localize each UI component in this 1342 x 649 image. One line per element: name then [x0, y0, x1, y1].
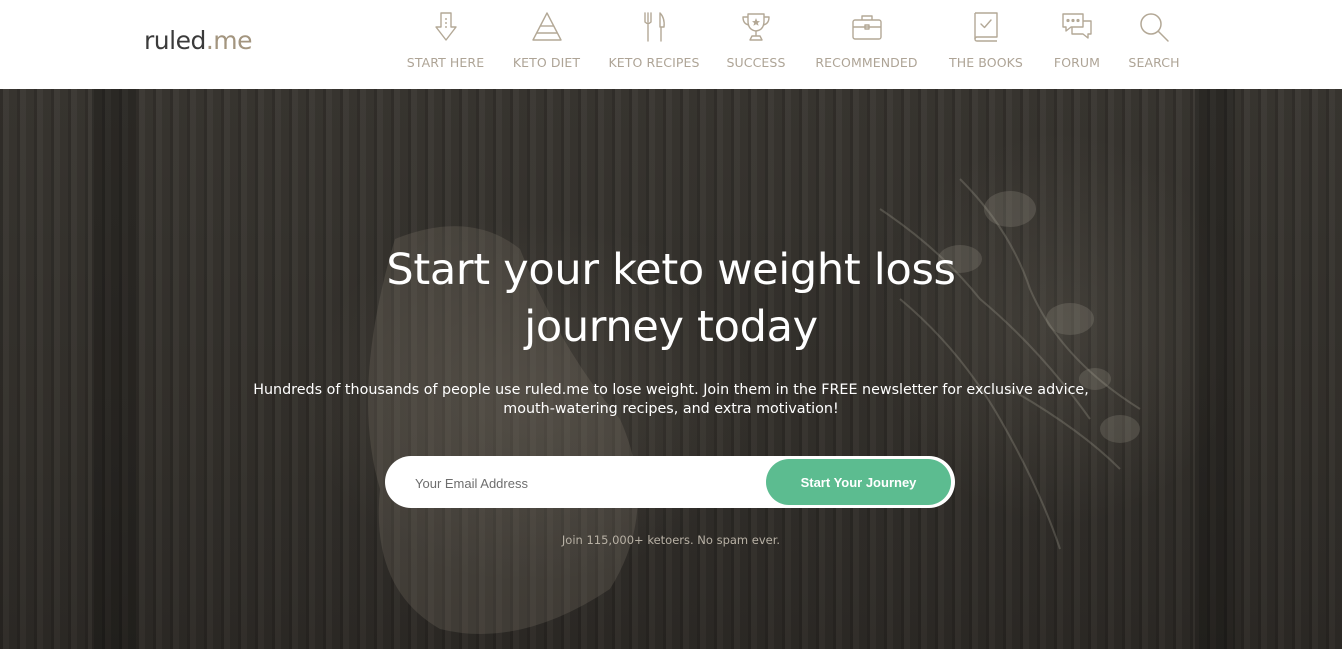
nav-label-search: SEARCH	[1128, 55, 1180, 70]
nav-label-keto-recipes: KETO RECIPES	[608, 55, 700, 70]
briefcase-icon	[851, 15, 882, 40]
nav-item-start-here[interactable]: START HERE	[402, 0, 489, 89]
hero-title: Start your keto weight loss journey toda…	[0, 242, 1342, 356]
nav-item-success[interactable]: SUCCESS	[722, 0, 790, 89]
start-journey-button[interactable]: Start Your Journey	[766, 459, 951, 505]
nav-item-recommended[interactable]: RECOMMENDED	[808, 0, 925, 89]
newsletter-form: Start Your Journey	[385, 456, 955, 508]
hero-background-image	[92, 89, 1235, 649]
nav-label-the-books: THE BOOKS	[949, 55, 1023, 70]
hero-title-line-2: journey today	[524, 302, 818, 352]
hero-subtitle-line-1: Hundreds of thousands of people use rule…	[253, 382, 1089, 398]
nav-item-keto-diet[interactable]: KETO DIET	[508, 0, 585, 89]
nav-label-recommended: RECOMMENDED	[815, 55, 918, 70]
hero-title-line-1: Start your keto weight loss	[386, 245, 956, 295]
nav-item-keto-recipes[interactable]: KETO RECIPES	[604, 0, 704, 89]
fork-knife-icon	[644, 12, 665, 42]
nav-label-start-here: START HERE	[406, 55, 485, 70]
subscriber-note: Join 115,000+ ketoers. No spam ever.	[561, 533, 781, 547]
nav-label-keto-diet: KETO DIET	[512, 55, 581, 70]
nav-item-search[interactable]: SEARCH	[1124, 0, 1184, 89]
nav-label-forum: FORUM	[1053, 55, 1101, 70]
email-input[interactable]	[413, 469, 737, 497]
nav-item-forum[interactable]: FORUM	[1047, 0, 1107, 89]
pyramid-icon	[531, 12, 562, 41]
hero-subtitle: Hundreds of thousands of people use rule…	[0, 381, 1342, 419]
trophy-icon	[742, 13, 770, 41]
site-header: ruled.me START HERE KETO DIET KETO RECIP…	[0, 0, 1342, 89]
nav-item-the-books[interactable]: THE BOOKS	[943, 0, 1029, 89]
chat-bubbles-icon	[1062, 13, 1092, 39]
arrow-down-icon	[434, 12, 457, 41]
hero-subtitle-line-2: mouth-watering recipes, and extra motiva…	[503, 401, 839, 417]
search-icon	[1140, 13, 1169, 42]
main-nav: START HERE KETO DIET KETO RECIPES SUCCES…	[0, 0, 1342, 89]
book-icon	[974, 12, 998, 42]
nav-label-success: SUCCESS	[726, 55, 786, 70]
hero-section: Start your keto weight loss journey toda…	[0, 89, 1342, 649]
